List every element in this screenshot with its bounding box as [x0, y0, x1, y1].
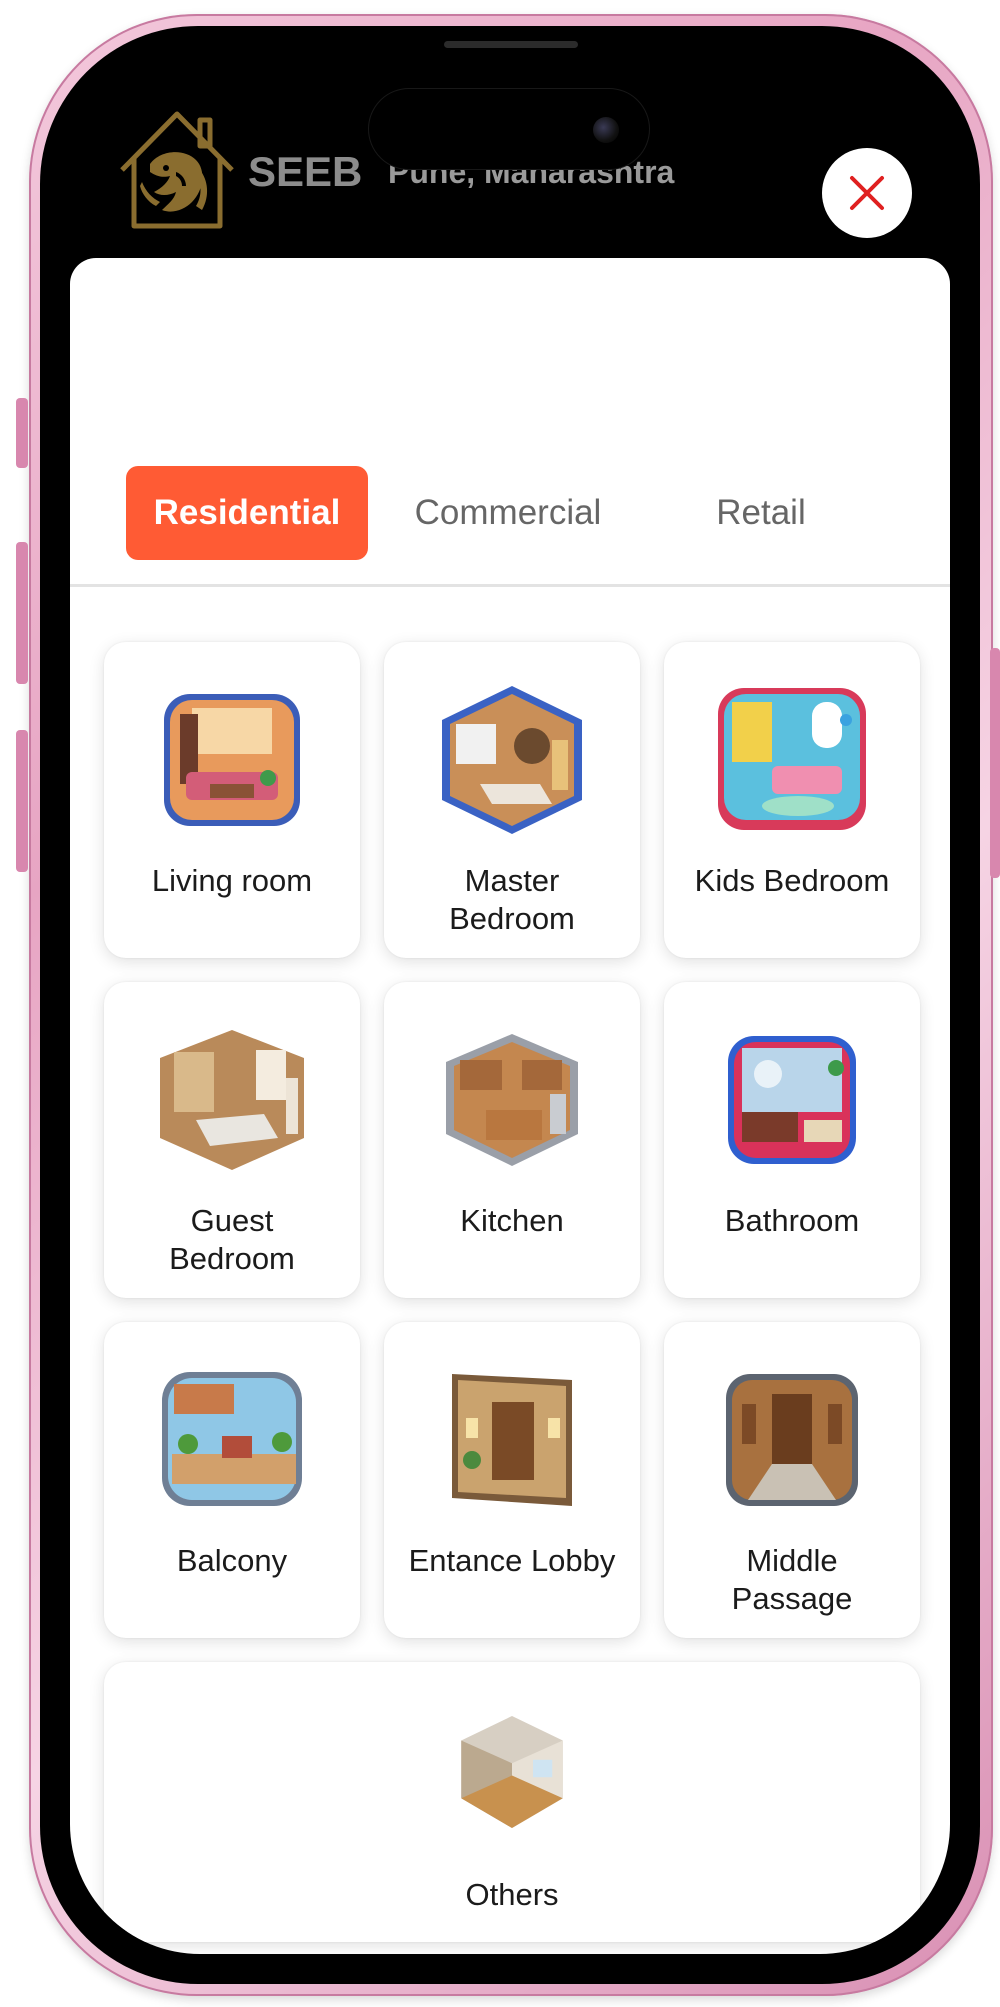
category-sheet: Residential Commercial Retail Living roo…	[70, 258, 950, 1954]
room-card-master-bedroom[interactable]: Master Bedroom	[384, 642, 640, 958]
room-label: Bathroom	[724, 1203, 860, 1238]
room-card-kitchen[interactable]: Kitchen	[384, 982, 640, 1298]
middle-passage-icon	[726, 1374, 858, 1506]
tabs-divider	[70, 584, 950, 587]
tab-residential[interactable]: Residential	[126, 466, 368, 560]
speaker-grille	[444, 41, 578, 48]
front-camera	[593, 117, 619, 143]
brand-name: SEEB	[248, 148, 363, 195]
room-card-middle-passage[interactable]: Middle Passage	[664, 1322, 920, 1638]
living-room-icon	[164, 694, 300, 826]
room-label: Entance Lobby	[408, 1543, 616, 1578]
room-label: Balcony	[176, 1543, 288, 1578]
action-button	[16, 398, 28, 468]
guest-bedroom-icon	[160, 1030, 304, 1170]
tab-commercial[interactable]: Commercial	[388, 466, 628, 560]
room-label: Kids Bedroom	[694, 863, 890, 898]
master-bedroom-icon	[442, 686, 582, 834]
screen: SEEB Pune, Maharashtra Residential Comme…	[70, 56, 950, 1954]
close-icon	[850, 176, 884, 210]
bathroom-icon	[728, 1036, 856, 1164]
room-label: Living room	[151, 863, 313, 898]
tab-label: Commercial	[414, 493, 602, 532]
tab-label: Residential	[153, 493, 341, 532]
close-button[interactable]	[822, 148, 912, 238]
room-label: Others	[465, 1877, 559, 1912]
volume-up-button	[16, 542, 28, 684]
power-button	[990, 648, 1000, 878]
tab-label: Retail	[716, 493, 806, 532]
kitchen-icon	[446, 1034, 578, 1166]
room-card-kids-bedroom[interactable]: Kids Bedroom	[664, 642, 920, 958]
kids-bedroom-icon	[718, 688, 866, 830]
seeb-logo	[120, 111, 234, 229]
dynamic-island	[368, 88, 650, 170]
room-card-living-room[interactable]: Living room	[104, 642, 360, 958]
room-card-bathroom[interactable]: Bathroom	[664, 982, 920, 1298]
tab-retail[interactable]: Retail	[658, 466, 864, 560]
room-card-entrance-lobby[interactable]: Entance Lobby	[384, 1322, 640, 1638]
volume-down-button	[16, 730, 28, 872]
room-card-balcony[interactable]: Balcony	[104, 1322, 360, 1638]
entrance-lobby-icon	[452, 1374, 572, 1506]
room-card-others[interactable]: Others	[104, 1662, 920, 1942]
room-card-guest-bedroom[interactable]: Guest Bedroom	[104, 982, 360, 1298]
balcony-icon	[162, 1372, 302, 1506]
room-label: Middle Passage	[731, 1543, 853, 1616]
room-label: Master Bedroom	[449, 863, 575, 936]
room-label: Kitchen	[460, 1203, 564, 1238]
others-room-icon	[461, 1716, 563, 1828]
room-label: Guest Bedroom	[169, 1203, 295, 1276]
category-tabs: Residential Commercial Retail	[126, 466, 906, 560]
